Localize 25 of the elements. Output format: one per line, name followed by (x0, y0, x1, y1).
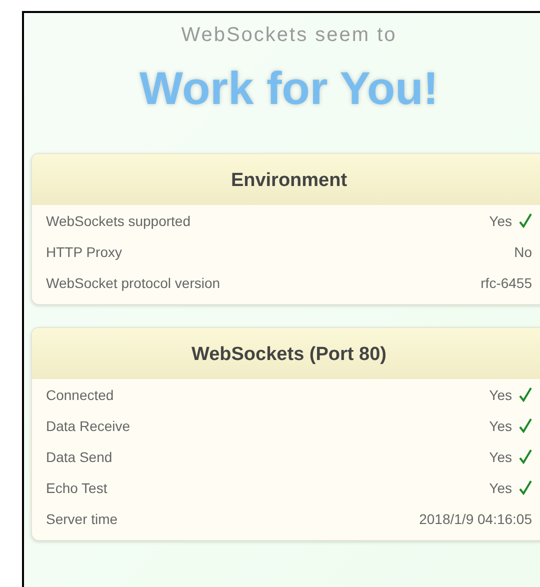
check-icon (519, 449, 532, 464)
row-value: Yes (489, 480, 512, 496)
row-value: Yes (489, 386, 512, 402)
row-value: rfc-6455 (480, 274, 532, 290)
check-icon (519, 480, 532, 495)
row-label: WebSocket protocol version (46, 274, 220, 290)
check-icon (519, 387, 532, 402)
row-value: Yes (489, 448, 512, 464)
row-label: HTTP Proxy (46, 244, 122, 260)
row-label: WebSockets supported (46, 212, 190, 228)
row-label: Echo Test (46, 480, 108, 496)
row-value: Yes (489, 212, 512, 228)
section-title: Environment (32, 154, 540, 205)
row-label: Data Receive (46, 418, 130, 434)
row-label: Data Send (46, 448, 112, 464)
headline: Work for You! (138, 61, 440, 115)
check-icon (519, 213, 532, 228)
row-value: Yes (489, 418, 512, 434)
row-value: 2018/1/9 04:16:05 (419, 510, 532, 526)
row-label: Connected (46, 386, 114, 402)
row-label: Server time (46, 510, 118, 526)
section-title: WebSockets (Port 80) (32, 328, 540, 379)
row-value: No (514, 244, 532, 260)
subtitle: WebSockets seem to (180, 24, 398, 47)
check-icon (519, 418, 532, 433)
